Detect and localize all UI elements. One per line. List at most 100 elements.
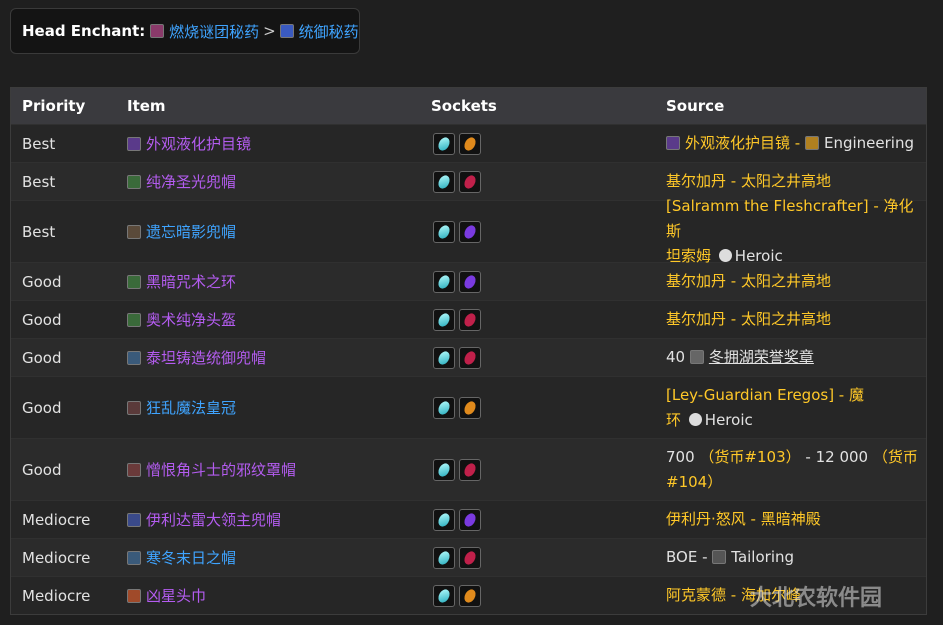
diamond-gem-icon[interactable] [433, 132, 455, 155]
difficulty-label: Heroic [704, 410, 753, 429]
table-row: Best 遗忘暗影兜帽 [Salramm the Fleshcrafter] -… [11, 197, 926, 265]
priority-cell: Mediocre [22, 548, 91, 567]
table-row: Mediocre 伊利达雷大领主兜帽 伊利丹·怒风 - 黑暗神殿 [11, 500, 926, 538]
source-link[interactable]: 外观液化护目镜 [685, 134, 790, 152]
purple-gem-icon[interactable] [459, 220, 481, 243]
red-gem-icon[interactable] [459, 170, 481, 193]
goggles-icon [127, 136, 141, 151]
diamond-gem-icon[interactable] [433, 508, 455, 531]
profession-label: Engineering [823, 134, 914, 152]
header-sockets: Sockets [431, 97, 497, 115]
header-priority: Priority [22, 97, 86, 115]
item-link[interactable]: 纯净圣光兜帽 [146, 171, 236, 192]
source-link[interactable]: [Salramm the Fleshcrafter] - 净化斯 [666, 197, 914, 240]
hood-icon [127, 512, 141, 527]
hood-icon [127, 224, 141, 239]
elixir-icon [279, 24, 294, 38]
diamond-gem-icon[interactable] [433, 458, 455, 481]
priority-cell: Good [22, 272, 62, 291]
item-link[interactable]: 外观液化护目镜 [146, 133, 251, 154]
priority-cell: Good [22, 398, 62, 417]
currency-link[interactable]: （货币#103） [699, 448, 800, 466]
table-row: Good 奥术纯净头盔 基尔加丹 - 太阳之井高地 [11, 300, 926, 338]
item-link[interactable]: 凶星头巾 [146, 585, 206, 606]
items-table: Priority Item Sockets Source Best 外观液化护目… [10, 87, 927, 615]
enchant-link-1[interactable]: 燃烧谜团秘药 [169, 21, 259, 42]
hood-icon [127, 174, 141, 189]
turban-icon [127, 588, 141, 603]
table-header: Priority Item Sockets Source [11, 88, 926, 124]
priority-cell: Best [22, 172, 56, 191]
orange-gem-icon[interactable] [459, 396, 481, 419]
orange-gem-icon[interactable] [459, 132, 481, 155]
watermark-logo: 大北农软件园 [750, 586, 883, 611]
red-gem-icon[interactable] [459, 458, 481, 481]
honor-medal-icon [689, 350, 704, 364]
priority-cell: Mediocre [22, 586, 91, 605]
elixir-icon [150, 24, 165, 38]
currency-link[interactable]: （货币 [873, 448, 918, 466]
table-row: Good 泰坦铸造统御兜帽 40 冬拥湖荣誉奖章 [11, 338, 926, 376]
diamond-gem-icon[interactable] [433, 270, 455, 293]
table-row: Mediocre 寒冬末日之帽 BOE - Tailoring [11, 538, 926, 576]
source-link[interactable]: 基尔加丹 - 太阳之井高地 [666, 310, 831, 328]
priority-cell: Mediocre [22, 510, 91, 529]
diamond-gem-icon[interactable] [433, 220, 455, 243]
source-link[interactable]: 基尔加丹 - 太阳之井高地 [666, 172, 831, 190]
enchant-link-2[interactable]: 统御秘药 [299, 21, 359, 42]
diamond-gem-icon[interactable] [433, 584, 455, 607]
diamond-gem-icon[interactable] [433, 346, 455, 369]
skull-icon [688, 412, 702, 426]
head-enchant-box: Head Enchant: 燃烧谜团秘药 > 统御秘药 [10, 8, 360, 54]
red-gem-icon[interactable] [459, 546, 481, 569]
tailoring-icon [712, 550, 727, 564]
red-gem-icon[interactable] [459, 308, 481, 331]
purple-gem-icon[interactable] [459, 508, 481, 531]
item-link[interactable]: 狂乱魔法皇冠 [146, 397, 236, 418]
orange-gem-icon[interactable] [459, 584, 481, 607]
priority-cell: Good [22, 310, 62, 329]
enchant-separator: > [263, 22, 276, 40]
table-row: Best 外观液化护目镜 外观液化护目镜 - Engineering [11, 124, 926, 162]
currency-amount: 40 [666, 348, 686, 366]
priority-cell: Best [22, 134, 56, 153]
header-source: Source [666, 96, 725, 115]
source-link[interactable]: [Ley-Guardian Eregos] - 魔 [666, 386, 864, 404]
engineering-icon [804, 136, 819, 150]
currency-amount: 700 [666, 447, 695, 466]
crown-icon [127, 400, 141, 415]
goggles-icon [666, 136, 680, 150]
circlet-icon [127, 274, 141, 289]
red-gem-icon[interactable] [459, 346, 481, 369]
skull-icon [718, 249, 732, 262]
priority-cell: Good [22, 460, 62, 479]
boe-label: BOE - [666, 548, 713, 566]
item-link[interactable]: 遗忘暗影兜帽 [146, 221, 236, 242]
head-enchant-label: Head Enchant [22, 22, 140, 40]
table-row: Good 狂乱魔法皇冠 [Ley-Guardian Eregos] - 魔环 H… [11, 376, 926, 438]
purple-gem-icon[interactable] [459, 270, 481, 293]
item-link[interactable]: 奥术纯净头盔 [146, 309, 236, 330]
diamond-gem-icon[interactable] [433, 308, 455, 331]
helm-icon [127, 312, 141, 327]
currency-link[interactable]: 冬拥湖荣誉奖章 [709, 348, 814, 366]
item-link[interactable]: 泰坦铸造统御兜帽 [146, 347, 266, 368]
item-link[interactable]: 黑暗咒术之环 [146, 271, 236, 292]
hood-icon [127, 350, 141, 365]
hat-icon [127, 550, 141, 565]
profession-label: Tailoring [731, 548, 795, 566]
source-link[interactable]: 基尔加丹 - 太阳之井高地 [666, 272, 831, 290]
currency-amount: - 12 000 [805, 447, 869, 466]
header-item: Item [127, 97, 166, 115]
diamond-gem-icon[interactable] [433, 546, 455, 569]
table-row: Good 憎恨角斗士的邪纹罩帽 700 （货币#103） - 12 000 （货… [11, 438, 926, 500]
priority-cell: Good [22, 348, 62, 367]
cowl-icon [127, 462, 141, 477]
item-link[interactable]: 伊利达雷大领主兜帽 [146, 509, 281, 530]
diamond-gem-icon[interactable] [433, 396, 455, 419]
difficulty-label: Heroic [734, 247, 783, 265]
diamond-gem-icon[interactable] [433, 170, 455, 193]
item-link[interactable]: 寒冬末日之帽 [146, 547, 236, 568]
source-link[interactable]: 伊利丹·怒风 - 黑暗神殿 [666, 510, 821, 528]
item-link[interactable]: 憎恨角斗士的邪纹罩帽 [146, 459, 296, 480]
